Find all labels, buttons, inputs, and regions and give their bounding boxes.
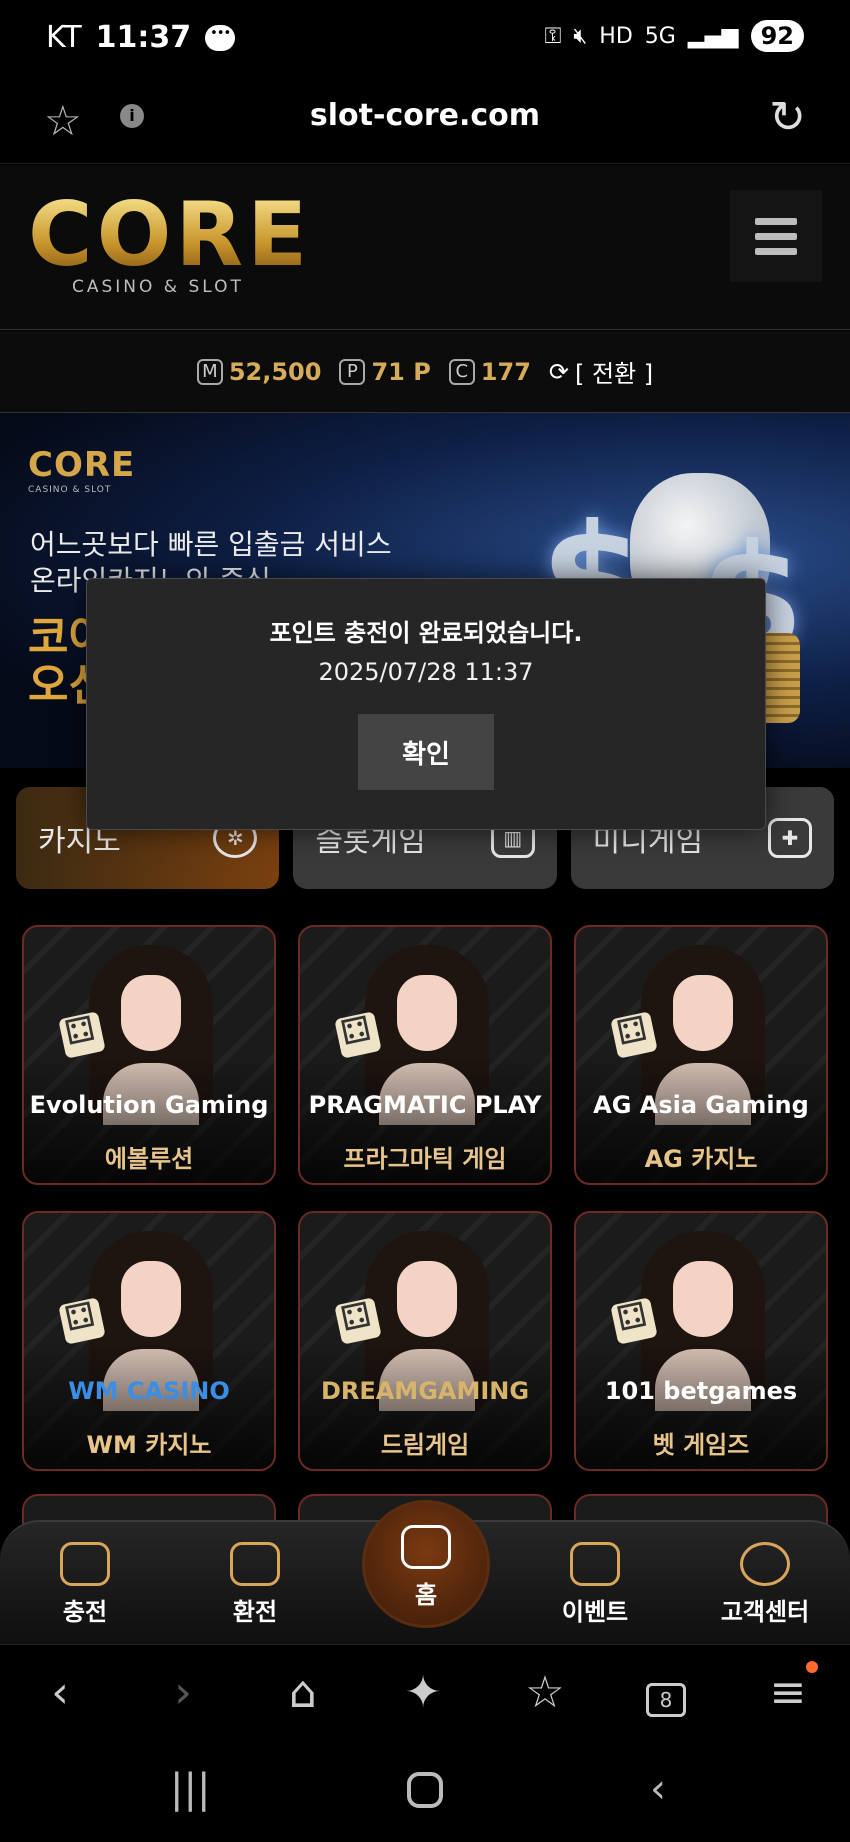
game-card-betgames[interactable]: 101 betgames 벳 게임즈 (574, 1211, 828, 1471)
banner-logo: CORE CASINO & SLOT (28, 445, 135, 495)
android-home-icon[interactable] (407, 1772, 443, 1808)
message-notification-icon (205, 24, 236, 51)
refresh-icon: ⟳ (548, 357, 570, 386)
carrier: KT (46, 20, 82, 55)
deposit-icon (60, 1542, 110, 1586)
status-right: ⚿ 🔇︎ HD 5G ▂▄▆ 92 (545, 20, 804, 52)
game-name: 에볼루션 (104, 1145, 194, 1173)
provider-logo: DREAMGAMING (320, 1377, 530, 1405)
menu-bar (755, 232, 797, 240)
provider-logo: WM CASINO (68, 1377, 230, 1405)
point-balance: P 71 P (339, 357, 431, 386)
notification-dot (806, 1661, 818, 1673)
nav-label: 충전 (62, 1598, 108, 1626)
game-card-ag[interactable]: AG Asia Gaming AG 카지노 (574, 925, 828, 1185)
switch-label: [ 전환 ] (575, 360, 654, 388)
bookmarks-icon[interactable]: ☆ (515, 1667, 575, 1718)
ai-sparkle-icon[interactable]: ✦ (393, 1667, 453, 1718)
game-grid: Evolution Gaming 에볼루션 PRAGMATIC PLAY 프라그… (22, 925, 828, 1471)
provider-logo: AG Asia Gaming (593, 1091, 809, 1119)
nav-event[interactable]: 이벤트 (530, 1542, 660, 1627)
reload-icon[interactable]: ↻ (769, 92, 806, 143)
battery-indicator: 92 (750, 20, 804, 52)
tab-count: 8 (646, 1683, 686, 1717)
confirm-button[interactable]: 확인 (358, 714, 494, 790)
coin-value: 177 (480, 357, 531, 386)
nav-label: 이벤트 (561, 1598, 629, 1626)
android-back-icon[interactable]: ‹ (650, 1766, 666, 1812)
dialog-message: 포인트 충전이 완료되었습니다. (269, 619, 583, 647)
charge-complete-dialog: 포인트 충전이 완료되었습니다. 2025/07/28 11:37 확인 (86, 578, 766, 830)
menu-bar (755, 247, 797, 255)
nav-support[interactable]: 고객센터 (700, 1542, 830, 1627)
logo-text: CORE (28, 183, 312, 286)
nav-label: 홈 (414, 1581, 438, 1609)
gift-icon (570, 1542, 620, 1586)
switch-button[interactable]: ⟳ [ 전환 ] (549, 354, 653, 389)
balance-row: M 52,500 P 71 P C 177 ⟳ [ 전환 ] (0, 331, 850, 413)
game-name: 벳 게임즈 (652, 1431, 750, 1459)
game-name: 드림게임 (380, 1431, 470, 1459)
status-left: KT 11:37 (46, 20, 236, 55)
vpn-key-icon: ⚿ (544, 23, 562, 49)
game-name: WM 카지노 (86, 1431, 212, 1459)
money-value: 52,500 (228, 357, 322, 386)
browser-url-bar: ☆ i slot-core.com ↻ (0, 80, 850, 164)
tabs-button[interactable]: 8 (636, 1667, 696, 1718)
game-card-evolution[interactable]: Evolution Gaming 에볼루션 (22, 925, 276, 1185)
game-card-pragmatic[interactable]: PRAGMATIC PLAY 프라그마틱 게임 (298, 925, 552, 1185)
browser-toolbar: ‹ › ⌂ ✦ ☆ 8 ≡ (0, 1644, 850, 1744)
browser-menu-icon[interactable]: ≡ (758, 1667, 818, 1718)
status-bar: KT 11:37 ⚿ 🔇︎ HD 5G ▂▄▆ 92 (0, 0, 850, 80)
nav-label: 환전 (232, 1598, 278, 1626)
coin-badge: C (448, 358, 475, 385)
home-heart-icon (401, 1525, 451, 1569)
point-badge: P (339, 358, 366, 385)
android-nav-bar: ||| ‹ (0, 1744, 850, 1842)
url-text[interactable]: slot-core.com (0, 98, 850, 133)
headset-icon (740, 1542, 790, 1586)
dialog-timestamp: 2025/07/28 11:37 (318, 658, 534, 686)
withdraw-icon (230, 1542, 280, 1586)
signal-icon: ▂▄▆ (687, 23, 739, 49)
game-name: AG 카지노 (644, 1145, 758, 1173)
provider-logo: 101 betgames (604, 1377, 798, 1405)
banner-logo-text: CORE (28, 445, 136, 485)
banner-tagline-1: 어느곳보다 빠른 입출금 서비스 (30, 528, 392, 561)
game-name: 프라그마틱 게임 (343, 1145, 507, 1173)
nav-charge[interactable]: 충전 (20, 1542, 150, 1627)
5g-icon: 5G (644, 23, 676, 49)
banner-logo-sub: CASINO & SLOT (28, 485, 112, 495)
browser-home-icon[interactable]: ⌂ (273, 1667, 333, 1718)
clock: 11:37 (95, 20, 192, 55)
back-icon[interactable]: ‹ (30, 1667, 90, 1718)
game-card-dreamgaming[interactable]: DREAMGAMING 드림게임 (298, 1211, 552, 1471)
nav-exchange[interactable]: 환전 (190, 1542, 320, 1627)
money-balance: M 52,500 (196, 357, 322, 386)
recents-icon[interactable]: ||| (170, 1766, 210, 1812)
site-logo[interactable]: CORE CASINO & SLOT (28, 183, 312, 298)
money-badge: M (196, 358, 223, 385)
coin-balance: C 177 (448, 357, 531, 386)
game-card-wm[interactable]: WM CASINO WM 카지노 (22, 1211, 276, 1471)
mute-icon: 🔇︎ (573, 23, 588, 49)
menu-bar (755, 217, 797, 225)
nav-label: 고객센터 (720, 1598, 810, 1626)
menu-button[interactable] (730, 190, 822, 282)
forward-icon[interactable]: › (153, 1667, 213, 1718)
hd-icon: HD (599, 23, 633, 49)
point-value: 71 P (371, 357, 431, 386)
site-header: CORE CASINO & SLOT (0, 165, 850, 330)
provider-logo: Evolution Gaming (29, 1091, 269, 1119)
nav-home[interactable]: 홈 (362, 1500, 490, 1628)
gamepad-icon: ✚ (767, 818, 812, 858)
provider-logo: PRAGMATIC PLAY (308, 1091, 542, 1119)
